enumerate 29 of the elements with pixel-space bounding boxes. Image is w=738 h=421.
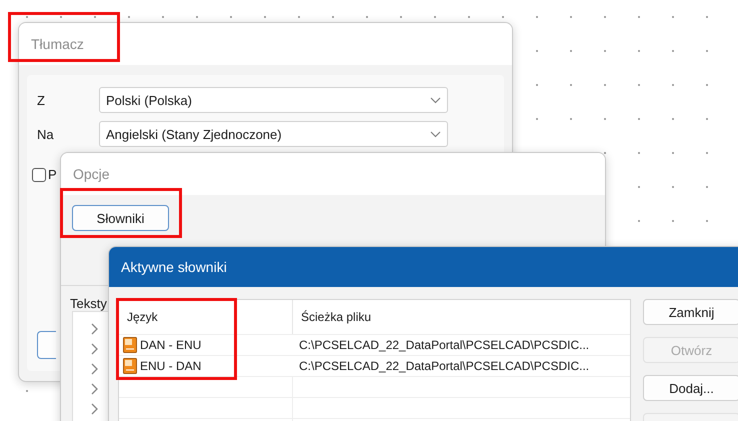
caret-icon — [430, 96, 441, 104]
language-dropdown[interactable]: Angielski (Stany Zjednoczone) — [99, 121, 448, 147]
table-cell-text: C:\PCSELCAD_22_DataPortal\PCSELCAD\PCSDIC... — [298, 337, 590, 354]
chevron-icon[interactable] — [89, 362, 99, 374]
chevron-icon[interactable] — [89, 322, 99, 334]
chevron-icon[interactable] — [89, 342, 99, 354]
window-title: Aktywne słowniki — [121, 259, 227, 275]
button[interactable] — [37, 331, 56, 359]
chevron-icon[interactable] — [89, 402, 99, 414]
dialog-button[interactable]: Dodaj... — [643, 375, 738, 401]
checkbox-label: P — [48, 167, 57, 182]
dictionary-icon — [123, 358, 137, 374]
window-title: Tłumacz — [31, 36, 84, 52]
window-title: Opcje — [73, 166, 110, 182]
chevron-icon[interactable] — [89, 382, 99, 394]
table-cell-text: C:\PCSELCAD_22_DataPortal\PCSELCAD\PCSDIC... — [298, 358, 590, 375]
field-label: Z — [37, 92, 46, 108]
column-header[interactable]: Język — [123, 310, 162, 324]
dialog-button[interactable]: Zamknij — [643, 299, 738, 325]
dictionaries-button[interactable]: Słowniki — [72, 205, 169, 231]
table-cell[interactable]: ENU - DAN — [140, 359, 202, 373]
language-dropdown[interactable]: Polski (Polska) — [99, 87, 448, 113]
column-header[interactable]: Ścieżka pliku — [297, 310, 376, 324]
field-label: Na — [37, 126, 55, 142]
dictionary-icon — [123, 337, 137, 353]
table-cell[interactable]: DAN - ENU — [140, 338, 202, 352]
section-label: Teksty — [70, 296, 108, 311]
caret-icon — [430, 130, 441, 138]
checkbox[interactable] — [32, 168, 46, 182]
